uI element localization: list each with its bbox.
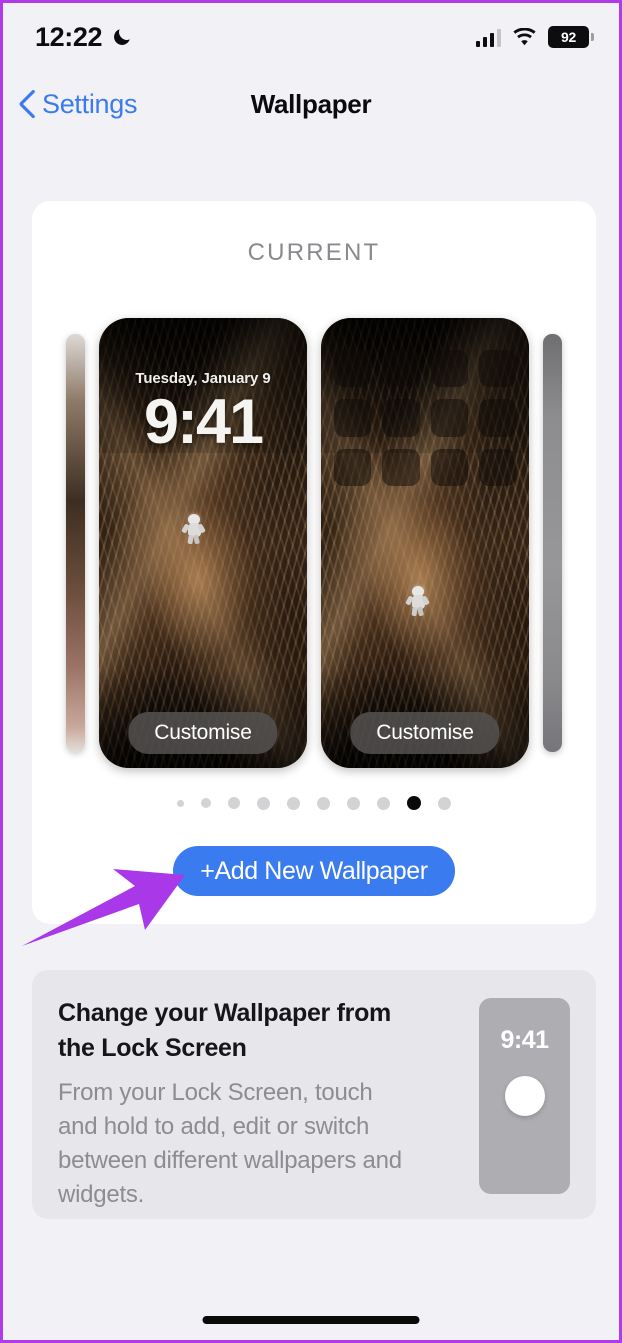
- page-dot[interactable]: [257, 796, 270, 810]
- page-dot[interactable]: [228, 797, 240, 809]
- battery-icon: 92: [548, 26, 594, 48]
- current-wallpaper-card: CURRENT Tuesday, January 9 9:41 Customis…: [32, 201, 596, 924]
- page-dot[interactable]: [438, 796, 451, 810]
- info-card-body: From your Lock Screen, touch and hold to…: [58, 1079, 402, 1209]
- wifi-icon: [513, 27, 536, 45]
- chevron-left-icon: [19, 90, 35, 118]
- back-to-settings-button[interactable]: Settings: [3, 89, 137, 120]
- next-wallpaper-peek[interactable]: [543, 334, 562, 752]
- previous-wallpaper-peek[interactable]: [66, 334, 85, 752]
- status-bar-left: 12:22: [35, 22, 133, 53]
- crescent-moon-icon: [114, 29, 130, 45]
- info-card-text: Change your Wallpaper from the Lock Scre…: [58, 996, 406, 1219]
- app-icon-placeholder: [334, 350, 372, 388]
- mini-phone-illustration: 9:41: [479, 998, 570, 1194]
- app-icon-placeholder-grid: [334, 350, 516, 486]
- home-indicator-bar[interactable]: [202, 1316, 420, 1324]
- status-bar-right: 92: [475, 26, 594, 48]
- page-dot[interactable]: [177, 799, 184, 807]
- app-icon-placeholder: [430, 399, 468, 437]
- page-dots-indicator[interactable]: [32, 796, 596, 810]
- add-new-wallpaper-button[interactable]: +Add New Wallpaper: [173, 846, 455, 896]
- app-icon-placeholder: [382, 350, 420, 388]
- app-icon-placeholder: [334, 399, 372, 437]
- lock-screen-preview[interactable]: Tuesday, January 9 9:41 Customise: [99, 318, 307, 768]
- status-bar: 12:22 92: [3, 3, 619, 71]
- page-dot[interactable]: [201, 798, 211, 808]
- page-dot-active[interactable]: [407, 796, 421, 810]
- customise-home-button[interactable]: Customise: [350, 712, 500, 754]
- page-dot[interactable]: [287, 796, 300, 810]
- app-icon-placeholder: [334, 448, 372, 486]
- app-icon-placeholder: [478, 350, 516, 388]
- page-dot[interactable]: [377, 796, 390, 810]
- navigation-bar: Settings Wallpaper: [3, 71, 619, 137]
- app-icon-placeholder: [478, 399, 516, 437]
- back-button-label: Settings: [42, 88, 138, 119]
- app-icon-placeholder: [382, 448, 420, 486]
- touch-circle-icon: [504, 1076, 545, 1116]
- lock-screen-time: 9:41: [143, 387, 264, 457]
- status-bar-time: 12:22: [35, 21, 103, 52]
- info-card-title: Change your Wallpaper from the Lock Scre…: [58, 999, 391, 1062]
- page-dot[interactable]: [317, 796, 330, 810]
- wallpaper-preview-carousel[interactable]: Tuesday, January 9 9:41 Customise Custom…: [32, 318, 596, 768]
- page-dot[interactable]: [347, 796, 360, 810]
- cellular-signal-icon: [475, 28, 501, 47]
- app-icon-placeholder: [478, 448, 516, 486]
- app-icon-placeholder: [430, 448, 468, 486]
- current-section-label: CURRENT: [247, 239, 381, 266]
- customise-lock-button[interactable]: Customise: [128, 712, 278, 754]
- astronaut-figure-home: [405, 586, 430, 617]
- app-icon-placeholder: [382, 399, 420, 437]
- battery-percent-label: 92: [561, 29, 576, 45]
- mini-phone-time: 9:41: [500, 1026, 549, 1054]
- home-screen-preview[interactable]: Customise: [321, 318, 529, 768]
- lock-screen-date: Tuesday, January 9: [135, 370, 271, 387]
- astronaut-figure-lock: [181, 514, 206, 545]
- app-icon-placeholder: [430, 350, 468, 388]
- lock-screen-info-card: Change your Wallpaper from the Lock Scre…: [32, 970, 596, 1219]
